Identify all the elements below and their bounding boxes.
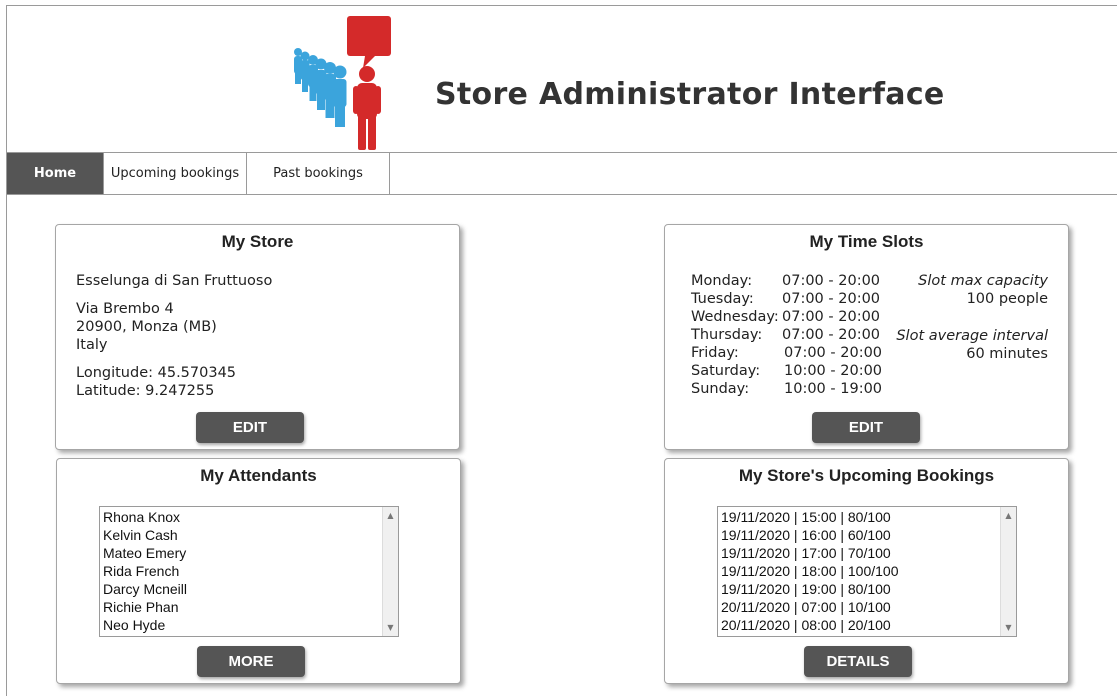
- slot-day-wednesday: Wednesday:: [691, 309, 779, 325]
- list-item[interactable]: 19/11/2020 | 15:00 | 80/100: [721, 508, 1000, 526]
- list-item[interactable]: 19/11/2020 | 16:00 | 60/100: [721, 526, 1000, 544]
- list-item[interactable]: Rhona Knox: [103, 508, 382, 526]
- slot-hours-sunday: 10:00 - 19:00: [784, 381, 883, 397]
- slot-hours-tuesday: 07:00 - 20:00: [782, 291, 881, 307]
- tab-upcoming-bookings[interactable]: Upcoming bookings: [104, 153, 247, 194]
- attendants-list[interactable]: Rhona Knox Kelvin Cash Mateo Emery Rida …: [99, 506, 399, 637]
- slot-hours-saturday: 10:00 - 20:00: [784, 363, 883, 379]
- slot-day-saturday: Saturday:: [691, 363, 761, 379]
- more-attendants-button[interactable]: MORE: [197, 646, 305, 677]
- app-title: Store Administrator Interface: [435, 77, 945, 112]
- edit-time-slots-button[interactable]: EDIT: [812, 412, 920, 443]
- list-item[interactable]: Kelvin Cash: [103, 526, 382, 544]
- main-nav: Home Upcoming bookings Past bookings: [7, 152, 1117, 195]
- edit-store-button[interactable]: EDIT: [196, 412, 304, 443]
- tab-past-bookings[interactable]: Past bookings: [247, 153, 390, 194]
- store-address-line3: Italy: [76, 337, 108, 353]
- list-item[interactable]: Darcy Mcneill: [103, 580, 382, 598]
- attendants-title: My Attendants: [200, 466, 317, 485]
- my-store-card: My Store Esselunga di San Fruttuoso Via …: [55, 224, 460, 450]
- slot-capacity-value: 100 people: [966, 291, 1048, 307]
- list-item[interactable]: 19/11/2020 | 18:00 | 100/100: [721, 562, 1000, 580]
- scroll-up-icon[interactable]: ▲: [383, 508, 398, 523]
- store-longitude: Longitude: 45.570345: [76, 365, 237, 381]
- upcoming-bookings-card: My Store's Upcoming Bookings 19/11/2020 …: [664, 458, 1069, 684]
- queue-people-logo-icon: [294, 16, 391, 150]
- store-address-line1: Via Brembo 4: [76, 301, 174, 317]
- bookings-list[interactable]: 19/11/2020 | 15:00 | 80/100 19/11/2020 |…: [717, 506, 1017, 637]
- list-item[interactable]: 20/11/2020 | 08:00 | 20/100: [721, 616, 1000, 634]
- scroll-down-icon[interactable]: ▼: [383, 620, 398, 635]
- slot-day-thursday: Thursday:: [691, 327, 763, 343]
- list-item[interactable]: 19/11/2020 | 19:00 | 80/100: [721, 580, 1000, 598]
- slot-interval-label: Slot average interval: [896, 328, 1048, 344]
- scroll-down-icon[interactable]: ▼: [1001, 620, 1016, 635]
- list-item[interactable]: Mateo Emery: [103, 544, 382, 562]
- my-time-slots-card: My Time Slots Monday: 07:00 - 20:00 Tues…: [664, 224, 1069, 450]
- tab-home[interactable]: Home: [7, 153, 104, 194]
- attendants-scrollbar[interactable]: ▲ ▼: [382, 507, 398, 636]
- slot-capacity-label: Slot max capacity: [918, 273, 1048, 289]
- list-item[interactable]: Richie Phan: [103, 598, 382, 616]
- scroll-up-icon[interactable]: ▲: [1001, 508, 1016, 523]
- list-item[interactable]: 20/11/2020 | 07:00 | 10/100: [721, 598, 1000, 616]
- list-item[interactable]: Neo Hyde: [103, 616, 382, 634]
- bookings-scrollbar[interactable]: ▲ ▼: [1000, 507, 1016, 636]
- upcoming-bookings-title: My Store's Upcoming Bookings: [738, 466, 995, 485]
- booking-details-button[interactable]: DETAILS: [804, 646, 912, 677]
- store-latitude: Latitude: 9.247255: [76, 383, 215, 399]
- list-item[interactable]: Rida French: [103, 562, 382, 580]
- slot-interval-value: 60 minutes: [966, 346, 1048, 362]
- slot-hours-wednesday: 07:00 - 20:00: [782, 309, 881, 325]
- store-name: Esselunga di San Fruttuoso: [76, 273, 273, 289]
- store-address-line2: 20900, Monza (MB): [76, 319, 217, 335]
- time-slots-title: My Time Slots: [809, 232, 924, 251]
- slot-hours-friday: 07:00 - 20:00: [784, 345, 883, 361]
- my-store-title: My Store: [221, 232, 294, 251]
- my-attendants-card: My Attendants Rhona Knox Kelvin Cash Mat…: [56, 458, 461, 684]
- slot-day-tuesday: Tuesday:: [691, 291, 754, 307]
- slot-day-monday: Monday:: [691, 273, 753, 289]
- slot-day-friday: Friday:: [691, 345, 739, 361]
- list-item[interactable]: 19/11/2020 | 17:00 | 70/100: [721, 544, 1000, 562]
- slot-hours-monday: 07:00 - 20:00: [782, 273, 881, 289]
- slot-day-sunday: Sunday:: [691, 381, 750, 397]
- slot-hours-thursday: 07:00 - 20:00: [782, 327, 881, 343]
- header: Store Administrator Interface: [7, 6, 1117, 152]
